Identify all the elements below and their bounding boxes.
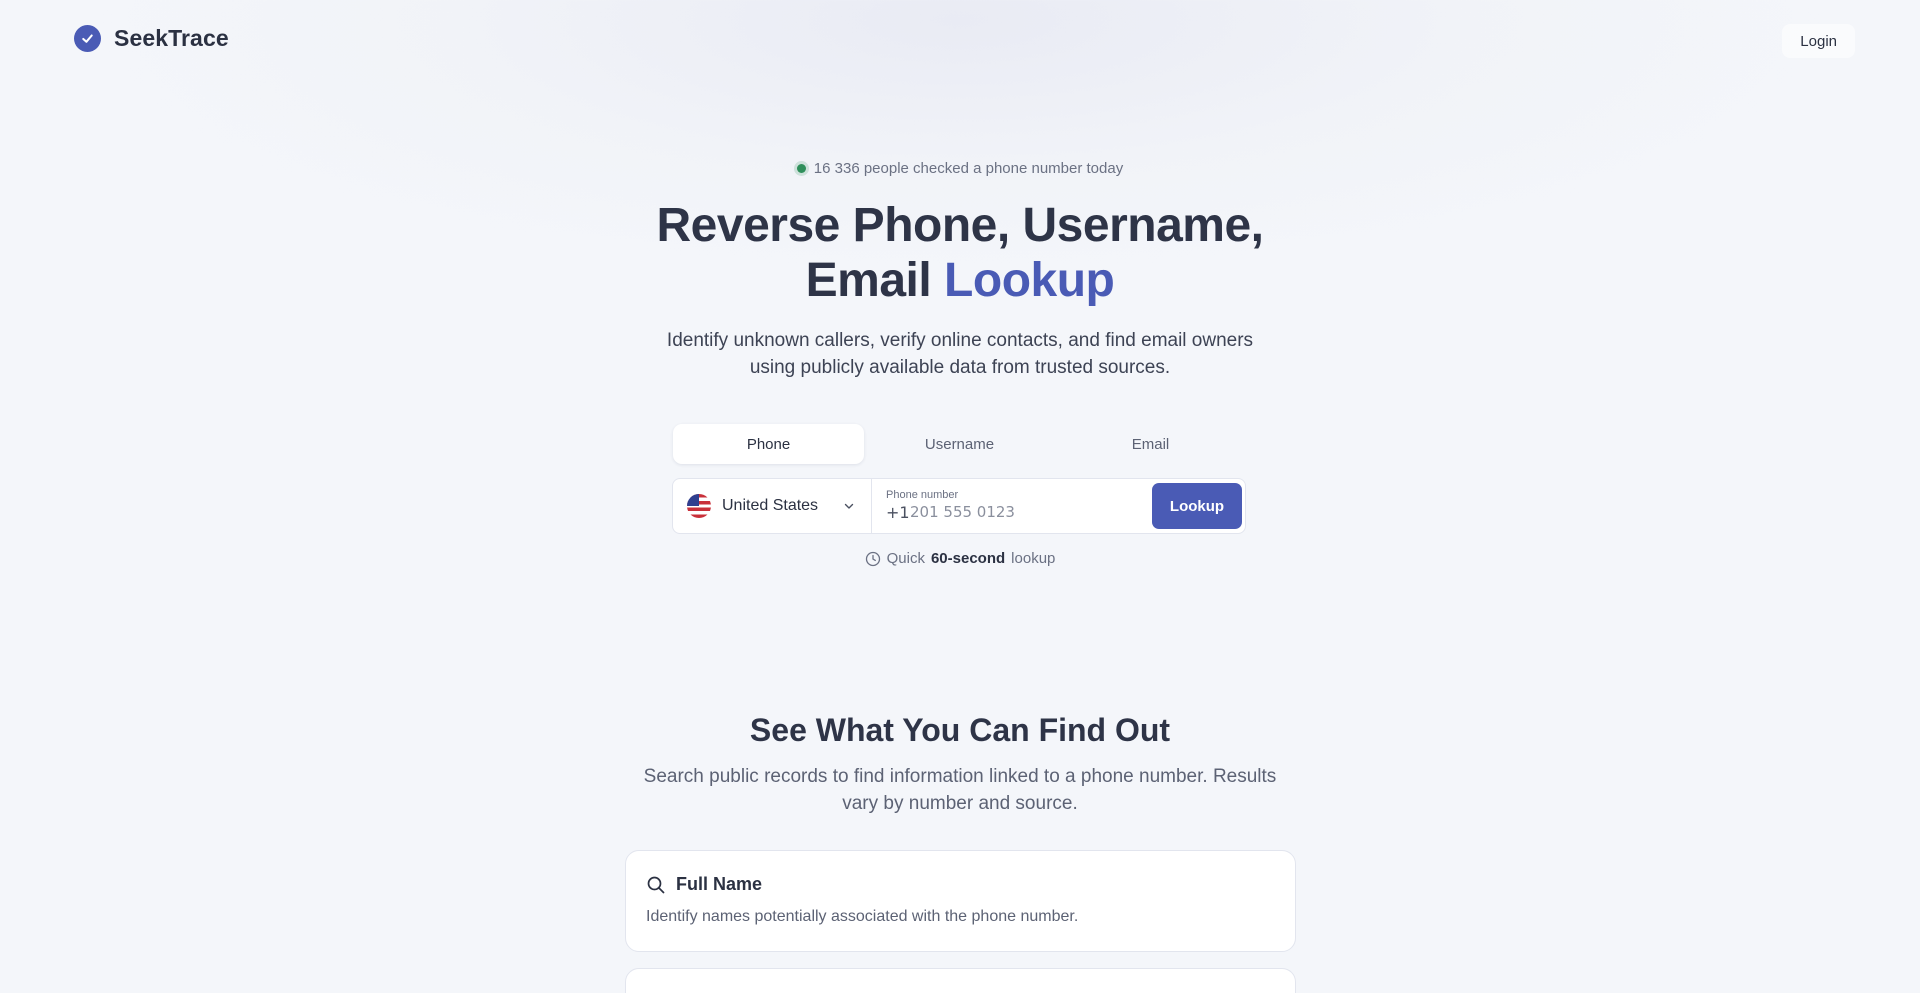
phone-search-form: United States Phone number +1 Lookup [672,478,1246,534]
login-button[interactable]: Login [1782,24,1855,58]
lookup-button[interactable]: Lookup [1152,483,1242,529]
tab-phone[interactable]: Phone [673,424,864,464]
phone-input[interactable] [910,500,1140,524]
tab-username[interactable]: Username [864,424,1055,464]
status-dot-icon [796,164,806,173]
country-name: United States [722,497,819,514]
checkmark-icon [74,25,101,52]
site-header: SeekTrace Login [0,0,1920,80]
quick-note-suffix: lookup [1011,550,1056,567]
activity-badge: 16 336 people checked a phone number tod… [0,160,1920,177]
section-title: See What You Can Find Out [749,712,1171,748]
quick-lookup-note: Quick 60-second lookup [0,550,1920,567]
lookup-type-tabs: Phone Username Email [673,424,1246,464]
activity-badge-text: 16 336 people checked a phone number tod… [813,160,1124,177]
quick-note-emphasis: 60-second [930,550,1006,567]
feature-card-header: Full Name [646,874,762,895]
brand-name: SeekTrace [114,25,229,51]
clock-icon [865,551,880,566]
dial-code: +1 [886,503,910,522]
feature-card-title: Full Name [676,874,763,894]
hero-title: Reverse Phone, Username, Email Lookup [0,198,1920,308]
hero-title-line1: Reverse Phone, Username, [656,199,1264,252]
feature-card [625,968,1296,993]
search-icon [647,876,665,893]
chevron-down-icon [844,503,854,509]
us-flag-icon [687,494,711,518]
tab-email[interactable]: Email [1055,424,1246,464]
hero-title-accent: Lookup [944,254,1115,307]
feature-card-full-name: Full Name Identify names potentially ass… [625,850,1296,952]
section-subtitle: Search public records to find informatio… [643,766,1277,814]
quick-note-prefix: Quick [886,550,925,567]
brand-logo[interactable]: SeekTrace [74,25,229,52]
hero-title-line2-prefix: Email [805,254,932,307]
country-select[interactable]: United States [673,479,872,533]
hero-subtitle: Identify unknown callers, verify online … [666,330,1254,378]
feature-card-description: Identify names potentially associated wi… [646,908,1079,925]
